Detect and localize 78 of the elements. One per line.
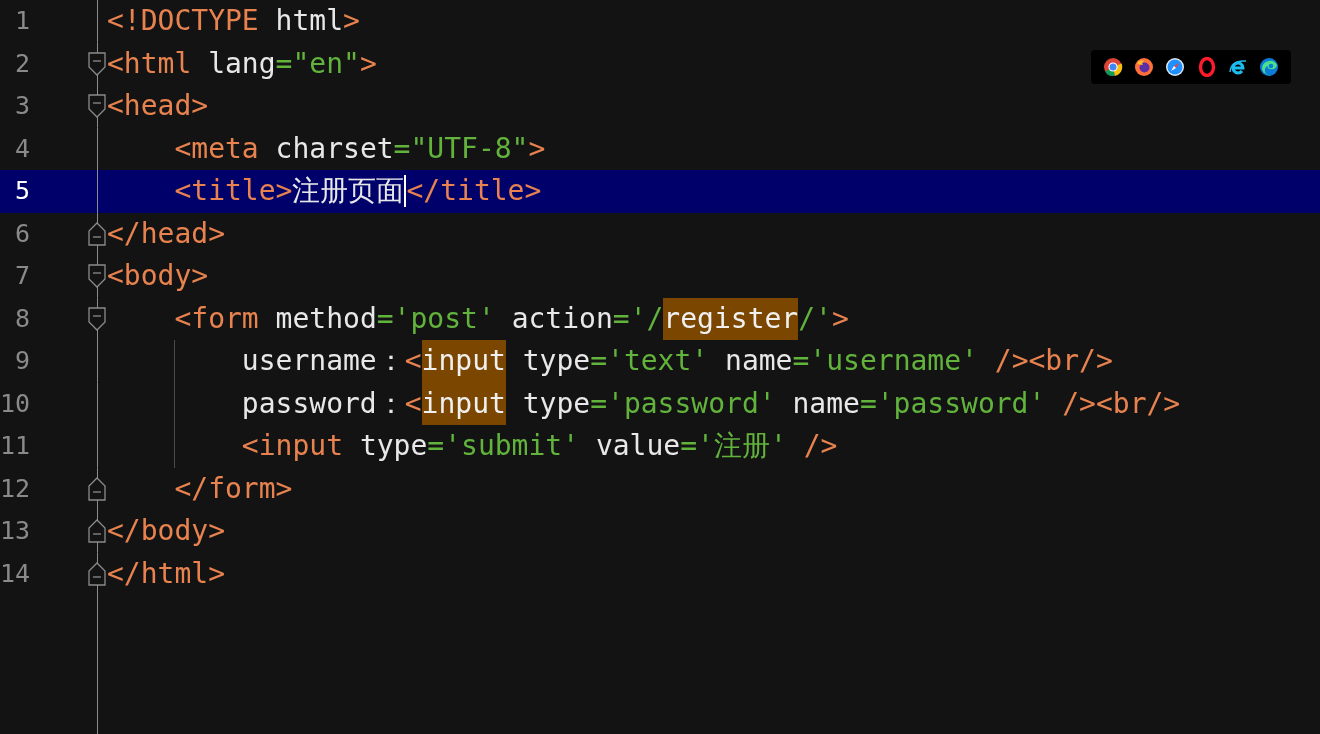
line-number: 1 [13, 5, 30, 37]
tag-token: /><br/> [1062, 385, 1181, 422]
line-number: 11 [0, 430, 30, 462]
string-literal: ='submit' [427, 428, 580, 464]
search-match: input [421, 382, 506, 425]
line-number: 2 [13, 47, 30, 80]
line-number: 9 [13, 345, 30, 377]
fold-marker-icon[interactable] [88, 51, 106, 76]
tag-token: <head> [107, 88, 209, 124]
tag-token: <html [107, 45, 192, 82]
line-number: 6 [13, 217, 30, 250]
tag-token: <meta [174, 130, 259, 167]
tag-token: </body> [107, 513, 225, 549]
attribute-name: type [522, 343, 591, 379]
tag-token: > [831, 300, 849, 337]
tag-token: <body> [107, 258, 209, 294]
tag-token: > [528, 130, 546, 167]
string-literal: ='username' [792, 343, 978, 379]
string-literal: ='password' [590, 385, 776, 422]
string-literal: ="en" [275, 45, 360, 82]
fold-marker-icon[interactable] [88, 94, 106, 119]
line-number: 12 [0, 472, 30, 505]
line-number: 13 [0, 515, 30, 547]
attribute-name: charset [275, 130, 394, 167]
string-literal: ="UTF-8" [393, 130, 529, 167]
tag-token: <title> [174, 173, 293, 209]
attribute-name: name [792, 385, 860, 422]
fold-marker-icon[interactable] [88, 519, 106, 544]
fold-marker-icon[interactable] [88, 561, 106, 586]
attribute-name: value [595, 428, 681, 464]
segmented-circle-icon[interactable] [1102, 57, 1123, 77]
attribute-name: lang [208, 45, 276, 82]
fold-marker-icon[interactable] [88, 264, 106, 289]
string-literal: ='post' [376, 300, 495, 337]
line-number: 8 [13, 302, 30, 335]
tag-token: > [359, 45, 377, 82]
line-number: 4 [13, 132, 30, 165]
fold-marker-icon[interactable] [88, 306, 106, 331]
fold-marker-icon[interactable] [88, 476, 106, 501]
attribute-name: action [511, 300, 613, 337]
string-literal: ='password' [859, 385, 1046, 422]
ring-icon[interactable] [1196, 57, 1217, 77]
line-number: 10 [0, 387, 30, 420]
tag-token: </head> [107, 215, 225, 252]
swoosh-icon[interactable] [1227, 57, 1248, 77]
tag-token: /> [803, 428, 838, 464]
tag-token: > [343, 3, 360, 39]
text-content: username： [241, 343, 405, 379]
attribute-name: name [725, 343, 793, 379]
string-literal: ='text' [590, 343, 709, 379]
tag-token: </form> [174, 470, 293, 507]
attribute-name: method [275, 300, 377, 337]
tag-token: < [404, 343, 422, 379]
line-number: 7 [13, 260, 30, 292]
attribute-name: html [275, 3, 343, 39]
line-number: 14 [0, 557, 30, 590]
string-literal: ='/ [612, 300, 664, 337]
tag-token: <form [174, 300, 259, 337]
search-match: input [421, 340, 506, 383]
wave-icon[interactable] [1259, 57, 1280, 77]
text-content: 注册页面 [292, 173, 405, 209]
tag-token: </title> [406, 173, 542, 209]
text-content: password： [241, 385, 405, 422]
line-number: 3 [13, 90, 30, 122]
attribute-name: type [522, 385, 591, 422]
string-literal: ='注册' [680, 428, 787, 464]
tag-token: < [404, 385, 422, 422]
string-literal: /' [798, 300, 832, 337]
tag-token: <input [241, 428, 343, 464]
tag-token: /><br/> [994, 343, 1113, 379]
tag-token: <!DOCTYPE [107, 3, 259, 39]
flame-circle-icon[interactable] [1134, 57, 1154, 77]
line-number: 5 [13, 175, 30, 207]
search-match: register [663, 297, 799, 340]
compass-icon[interactable] [1165, 57, 1186, 77]
attribute-name: type [359, 428, 428, 464]
tag-token: </html> [107, 555, 225, 592]
fold-marker-icon[interactable] [88, 221, 106, 246]
